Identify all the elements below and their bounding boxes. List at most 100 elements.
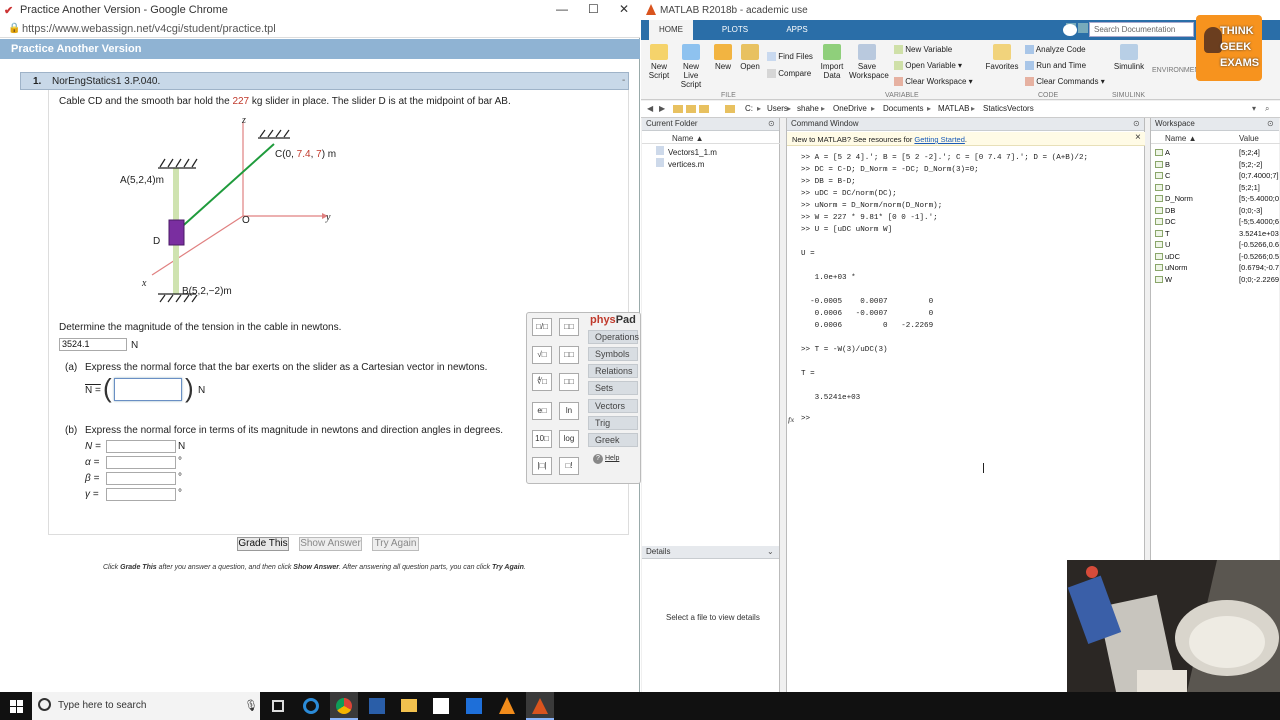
tab-operations[interactable]: Operations <box>588 330 639 344</box>
new-button[interactable]: New <box>711 44 735 71</box>
new-script-button[interactable]: New Script <box>645 44 673 80</box>
mail-icon[interactable] <box>466 698 482 714</box>
list-item[interactable]: vertices.m <box>656 158 704 169</box>
back-arrow-icon[interactable]: ◀ <box>647 104 653 113</box>
list-item[interactable]: Vectors1_1.m <box>656 146 717 157</box>
simulink-button[interactable]: Simulink <box>1113 44 1145 71</box>
path-segment[interactable]: Users <box>767 104 788 113</box>
workspace-row[interactable]: T 3.5241e+03 <box>1151 228 1280 240</box>
sub-super-key[interactable]: □□ <box>559 373 579 391</box>
compare-button[interactable]: Compare <box>767 69 811 79</box>
path-segment[interactable]: StaticsVectors <box>983 104 1034 113</box>
search-icon[interactable]: ⌕ <box>1265 104 1269 114</box>
collapse-button[interactable]: - <box>622 75 625 86</box>
subscript-key[interactable]: □□ <box>559 346 579 364</box>
taskbar-search-box[interactable]: Type here to search 🎙 <box>32 692 260 720</box>
grade-this-button[interactable]: Grade This <box>237 537 289 551</box>
quick-access-icon[interactable] <box>1078 23 1088 33</box>
open-variable-button[interactable]: Open Variable ▾ <box>894 61 962 71</box>
path-segment[interactable]: OneDrive <box>833 104 867 113</box>
path-segment[interactable]: MATLAB <box>938 104 969 113</box>
superscript-key[interactable]: □□ <box>559 318 579 336</box>
try-again-button[interactable]: Try Again <box>372 537 419 551</box>
windows-start-icon[interactable] <box>10 700 23 713</box>
sqrt-key[interactable]: √□ <box>532 346 552 364</box>
tab-relations[interactable]: Relations <box>588 364 638 378</box>
workspace-row[interactable]: A [5;2;4] <box>1151 147 1280 159</box>
path-dropdown-icon[interactable]: ▾ <box>1252 104 1256 113</box>
log-key[interactable]: log <box>559 430 579 448</box>
new-variable-button[interactable]: New Variable <box>894 45 952 55</box>
tab-apps[interactable]: APPS <box>775 20 819 40</box>
matlab-taskbar-button[interactable] <box>526 692 554 720</box>
exp-key[interactable]: e□ <box>532 402 552 420</box>
task-view-icon[interactable] <box>272 700 284 712</box>
open-button[interactable]: Open <box>738 44 762 71</box>
help-link[interactable]: Help <box>605 455 619 462</box>
workspace-row[interactable]: C [0;7.4000;7] <box>1151 170 1280 182</box>
forward-arrow-icon[interactable]: ▶ <box>659 104 665 113</box>
gamma-input[interactable] <box>106 488 176 501</box>
workspace-row[interactable]: W [0;0;-2.2269] <box>1151 274 1280 286</box>
beta-input[interactable] <box>106 472 176 485</box>
clear-commands-button[interactable]: Clear Commands ▾ <box>1025 77 1105 87</box>
chevron-down-icon[interactable]: ⌄ <box>767 547 774 556</box>
tab-sets[interactable]: Sets <box>588 381 638 395</box>
workspace-row[interactable]: D_Norm [5;-5.4000;0] <box>1151 193 1280 205</box>
panel-menu-icon[interactable]: ⊙ <box>1267 119 1274 128</box>
tension-input[interactable]: 3524.1 <box>59 338 127 351</box>
powershell-icon[interactable] <box>369 698 385 714</box>
up-folder-icon[interactable] <box>673 105 683 113</box>
path-segment[interactable]: C: <box>745 104 753 113</box>
workspace-row[interactable]: D [5;2;1] <box>1151 182 1280 194</box>
panel-menu-icon[interactable]: ⊙ <box>1133 119 1140 128</box>
minimize-icon[interactable]: — <box>556 2 568 16</box>
close-icon[interactable]: ✕ <box>619 2 629 16</box>
run-and-time-button[interactable]: Run and Time <box>1025 61 1086 71</box>
magnitude-input[interactable] <box>106 440 176 453</box>
getting-started-link[interactable]: Getting Started <box>914 135 964 144</box>
factorial-key[interactable]: □! <box>559 457 579 475</box>
favorites-button[interactable]: Favorites <box>985 44 1019 71</box>
workspace-row[interactable]: uDC [-0.5266;0.5] <box>1151 251 1280 263</box>
abs-key[interactable]: |□| <box>532 457 552 475</box>
workspace-header[interactable]: Name ▲ Value <box>1151 132 1280 144</box>
workspace-row[interactable]: DB [0;0;-3] <box>1151 205 1280 217</box>
vlc-icon[interactable] <box>499 697 515 714</box>
nth-root-key[interactable]: ∜□ <box>532 373 552 391</box>
show-answer-button[interactable]: Show Answer <box>299 537 362 551</box>
panel-menu-icon[interactable]: ⊙ <box>768 119 775 128</box>
close-icon[interactable]: × <box>1135 132 1141 143</box>
path-segment[interactable]: shahe <box>797 104 819 113</box>
column-header[interactable]: Name ▲ <box>642 132 780 144</box>
path-segment[interactable]: Documents <box>883 104 923 113</box>
store-icon[interactable] <box>433 698 449 714</box>
workspace-row[interactable]: DC [-5;5.4000;6] <box>1151 216 1280 228</box>
path-bar[interactable]: ◀ ▶ C: ▸ Users ▸ shahe ▸ OneDrive ▸ Docu… <box>641 101 1280 118</box>
tab-trig[interactable]: Trig <box>588 416 638 430</box>
workspace-row[interactable]: uNorm [0.6794;-0.7] <box>1151 262 1280 274</box>
tab-greek[interactable]: Greek <box>588 433 638 447</box>
tab-home[interactable]: HOME <box>649 20 693 40</box>
command-prompt[interactable]: >> <box>801 415 810 423</box>
microphone-icon[interactable]: 🎙 <box>244 699 258 712</box>
help-icon[interactable]: ? <box>593 454 603 464</box>
tab-vectors[interactable]: Vectors <box>588 399 638 413</box>
url-text[interactable]: https://www.webassign.net/v4cgi/student/… <box>22 23 276 35</box>
edge-icon[interactable] <box>303 698 319 714</box>
fraction-key[interactable]: □/□ <box>532 318 552 336</box>
browse-folder-icon[interactable] <box>699 105 709 113</box>
ln-key[interactable]: ln <box>559 402 579 420</box>
tab-symbols[interactable]: Symbols <box>588 347 638 361</box>
normal-vector-input[interactable] <box>114 378 182 401</box>
maximize-icon[interactable]: ☐ <box>588 2 599 16</box>
address-bar[interactable]: 🔒 https://www.webassign.net/v4cgi/studen… <box>0 20 640 38</box>
workspace-row[interactable]: B [5;2;-2] <box>1151 159 1280 171</box>
alpha-input[interactable] <box>106 456 176 469</box>
save-workspace-button[interactable]: Save Workspace <box>849 44 889 80</box>
analyze-code-button[interactable]: Analyze Code <box>1025 45 1086 55</box>
clear-workspace-button[interactable]: Clear Workspace ▾ <box>894 77 973 87</box>
tab-plots[interactable]: PLOTS <box>713 20 757 40</box>
workspace-row[interactable]: U [-0.5266,0.6] <box>1151 239 1280 251</box>
search-documentation-input[interactable]: Search Documentation <box>1089 22 1194 37</box>
